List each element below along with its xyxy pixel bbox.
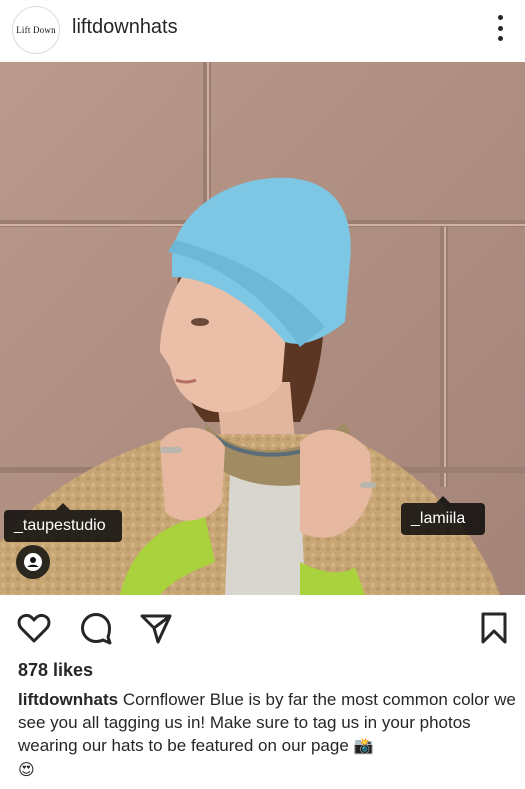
heart-icon[interactable] (16, 610, 52, 646)
bookmark-icon[interactable] (476, 610, 512, 646)
avatar-logo-text: Lift Down (16, 25, 56, 35)
post-actions (0, 604, 525, 652)
post-header: Lift Down liftdownhats (0, 0, 525, 58)
camera-emoji: 📸 (353, 738, 374, 755)
like-count[interactable]: 878 likes (18, 660, 93, 681)
more-vertical-icon[interactable] (490, 12, 510, 44)
comment-icon[interactable] (78, 610, 114, 646)
photo-tag[interactable]: _lamiila (401, 496, 485, 535)
photo-tag[interactable]: _taupestudio (4, 503, 122, 542)
caption-username[interactable]: liftdownhats (18, 690, 118, 709)
post-username[interactable]: liftdownhats (72, 16, 178, 39)
post-caption: liftdownhats Cornflower Blue is by far t… (18, 688, 518, 782)
share-icon[interactable] (138, 610, 174, 646)
photo-tag-label: _taupestudio (14, 517, 106, 534)
avatar[interactable]: Lift Down (12, 6, 60, 54)
user-tag-icon[interactable] (16, 545, 50, 579)
heart-eyes-emoji: 😍 (18, 762, 35, 779)
photo-tag-label: _lamiila (411, 510, 466, 527)
